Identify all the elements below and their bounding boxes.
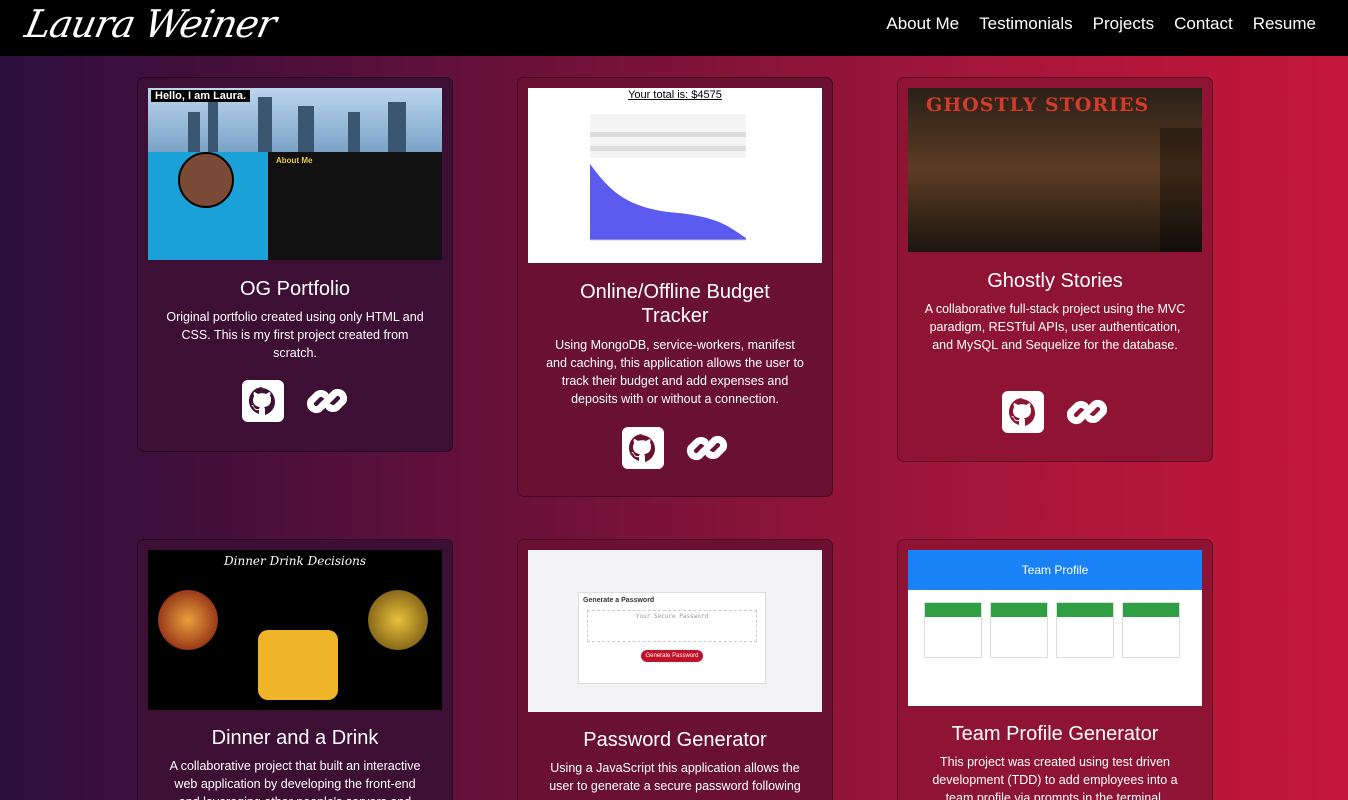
project-title: Password Generator bbox=[583, 729, 767, 751]
project-screenshot: Your total is: $4575 bbox=[528, 88, 822, 263]
project-screenshot: Generate a Password Your Secure Password… bbox=[528, 550, 822, 712]
project-description: Using MongoDB, service-workers, manifest… bbox=[546, 338, 804, 406]
nav-resume[interactable]: Resume bbox=[1253, 14, 1316, 34]
project-description: Original portfolio created using only HT… bbox=[166, 310, 424, 360]
brand-logo[interactable]: Laura Weiner bbox=[21, 2, 279, 46]
project-description: A collaborative full-stack project using… bbox=[924, 302, 1186, 352]
avatar bbox=[178, 152, 234, 208]
link-icon[interactable] bbox=[1064, 389, 1110, 435]
project-title: OG Portfolio bbox=[239, 278, 351, 300]
project-card-password-generator: Generate a Password Your Secure Password… bbox=[517, 539, 833, 800]
project-card-og-portfolio: Hello, I am Laura. About Me OG Portfolio… bbox=[137, 77, 453, 452]
project-screenshot: Team Profile bbox=[908, 550, 1202, 706]
project-title: Ghostly Stories bbox=[987, 270, 1123, 292]
project-card-dinner-and-a-drink: Dinner Drink Decisions Dinner and a Drin… bbox=[137, 539, 453, 800]
project-description: This project was created using test driv… bbox=[932, 755, 1178, 800]
github-icon[interactable] bbox=[1000, 389, 1046, 435]
nav-projects[interactable]: Projects bbox=[1093, 14, 1154, 34]
project-title: Team Profile Generator bbox=[951, 723, 1159, 745]
project-screenshot: Hello, I am Laura. About Me bbox=[148, 88, 442, 260]
navbar: Laura Weiner About Me Testimonials Proje… bbox=[0, 0, 1348, 56]
nav-contact[interactable]: Contact bbox=[1174, 14, 1233, 34]
github-icon[interactable] bbox=[240, 378, 286, 424]
project-description: Using a JavaScript this application allo… bbox=[549, 761, 801, 793]
project-title: Online/Offline Budget Tracker bbox=[580, 281, 770, 327]
nav-about-me[interactable]: About Me bbox=[886, 14, 959, 34]
github-icon[interactable] bbox=[620, 425, 666, 471]
nav-testimonials[interactable]: Testimonials bbox=[979, 14, 1073, 34]
link-icon[interactable] bbox=[304, 378, 350, 424]
project-card-budget-tracker: Your total is: $4575 Online/Offline Budg… bbox=[517, 77, 833, 497]
project-screenshot: GHOSTLY STORIES bbox=[908, 88, 1202, 252]
link-icon[interactable] bbox=[684, 425, 730, 471]
nav-links: About Me Testimonials Projects Contact R… bbox=[886, 14, 1316, 34]
project-card-ghostly-stories: GHOSTLY STORIES Ghostly Stories A collab… bbox=[897, 77, 1213, 462]
project-title: Dinner and a Drink bbox=[211, 727, 379, 749]
project-screenshot: Dinner Drink Decisions bbox=[148, 550, 442, 710]
project-description: A collaborative project that built an in… bbox=[169, 759, 421, 800]
project-card-team-profile-generator: Team Profile Team Profile Generator This… bbox=[897, 539, 1213, 800]
